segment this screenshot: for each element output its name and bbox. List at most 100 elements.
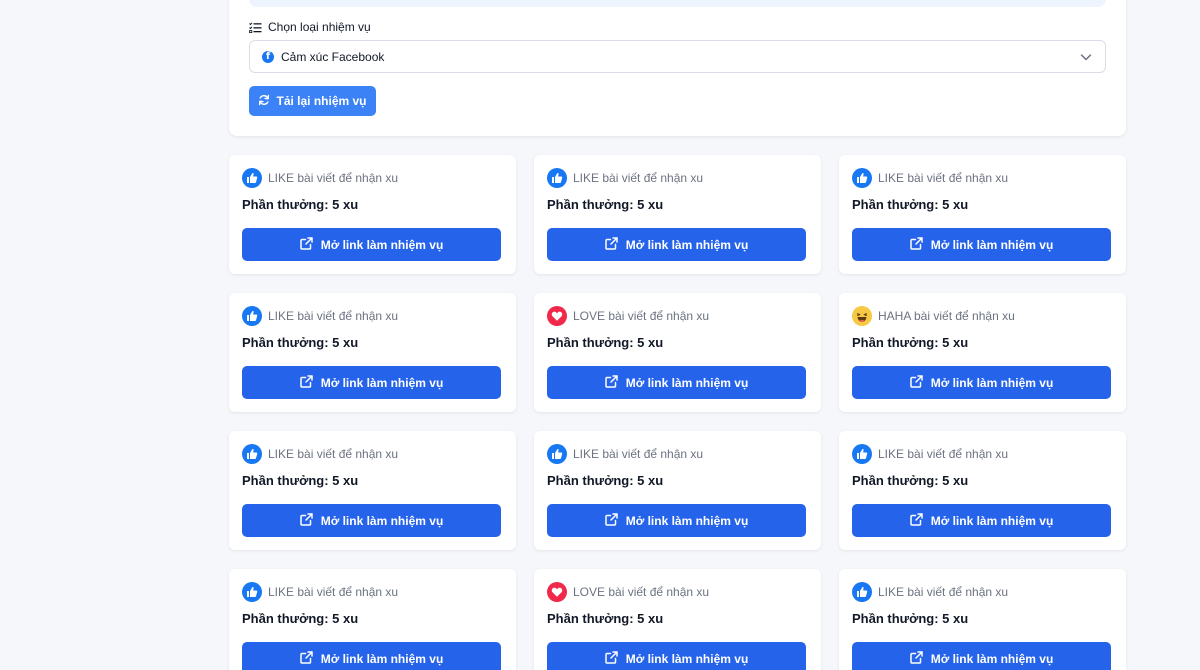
open-task-link-button[interactable]: Mở link làm nhiệm vụ (242, 504, 501, 537)
task-card-header: LIKE bài viết để nhận xu (852, 582, 1008, 602)
task-card-header: LIKE bài viết để nhận xu (852, 168, 1008, 188)
open-task-link-button[interactable]: Mở link làm nhiệm vụ (242, 642, 501, 670)
task-title: LIKE bài viết để nhận xu (268, 309, 399, 323)
task-card-header: LIKE bài viết để nhận xu (242, 582, 398, 602)
task-reward: Phần thưởng: 5 xu (547, 197, 664, 212)
task-card-header: LIKE bài viết để nhận xu (242, 306, 398, 326)
task-title: LIKE bài viết để nhận xu (573, 447, 704, 461)
task-card-header: LIKE bài viết để nhận xu (547, 444, 703, 464)
task-card-4: LIKE bài viết để nhận xu Phần thưởng: 5 … (229, 293, 516, 412)
thumbs-up-icon (242, 168, 262, 188)
open-task-link-label: Mở link làm nhiệm vụ (320, 513, 444, 528)
thumbs-up-icon (242, 306, 262, 326)
thumbs-up-icon (852, 582, 872, 602)
task-type-selected-value: Cảm xúc Facebook (281, 49, 385, 64)
open-task-link-label: Mở link làm nhiệm vụ (320, 375, 444, 390)
open-task-link-label: Mở link làm nhiệm vụ (625, 651, 749, 666)
task-card-12: LIKE bài viết để nhận xu Phần thưởng: 5 … (839, 569, 1126, 670)
thumbs-up-icon (852, 444, 872, 464)
task-card-header: HAHA bài viết để nhận xu (852, 306, 1015, 326)
thumbs-up-icon (547, 444, 567, 464)
open-task-link-label: Mở link làm nhiệm vụ (625, 513, 749, 528)
external-link-icon (604, 650, 618, 667)
facebook-icon: f (262, 50, 274, 63)
external-link-icon (604, 512, 618, 529)
open-task-link-button[interactable]: Mở link làm nhiệm vụ (852, 504, 1111, 537)
task-card-8: LIKE bài viết để nhận xu Phần thưởng: 5 … (534, 431, 821, 550)
reload-tasks-button[interactable]: Tải lại nhiệm vụ (249, 86, 376, 116)
task-type-label-text: Chọn loại nhiệm vụ (268, 20, 371, 34)
task-card-3: LIKE bài viết để nhận xu Phần thưởng: 5 … (839, 155, 1126, 274)
heart-icon (547, 306, 567, 326)
open-task-link-button[interactable]: Mở link làm nhiệm vụ (547, 366, 806, 399)
task-card-header: LOVE bài viết để nhận xu (547, 306, 709, 326)
open-task-link-label: Mở link làm nhiệm vụ (930, 651, 1054, 666)
task-reward: Phần thưởng: 5 xu (547, 473, 664, 488)
refresh-icon (258, 94, 270, 109)
task-title: LOVE bài viết để nhận xu (573, 309, 710, 323)
task-title: LOVE bài viết để nhận xu (573, 585, 710, 599)
open-task-link-button[interactable]: Mở link làm nhiệm vụ (242, 366, 501, 399)
task-title: LIKE bài viết để nhận xu (878, 447, 1009, 461)
task-title: LIKE bài viết để nhận xu (878, 171, 1009, 185)
external-link-icon (299, 374, 313, 391)
open-task-link-button[interactable]: Mở link làm nhiệm vụ (852, 642, 1111, 670)
task-type-select[interactable]: f Cảm xúc Facebook (249, 40, 1106, 73)
open-task-link-button[interactable]: Mở link làm nhiệm vụ (852, 228, 1111, 261)
open-task-link-button[interactable]: Mở link làm nhiệm vụ (547, 228, 806, 261)
open-task-link-button[interactable]: Mở link làm nhiệm vụ (547, 642, 806, 670)
task-grid: LIKE bài viết để nhận xu Phần thưởng: 5 … (229, 155, 1126, 670)
task-type-label: Chọn loại nhiệm vụ (249, 19, 371, 35)
external-link-icon (909, 374, 923, 391)
external-link-icon (909, 512, 923, 529)
task-card-2: LIKE bài viết để nhận xu Phần thưởng: 5 … (534, 155, 821, 274)
task-title: LIKE bài viết để nhận xu (268, 171, 399, 185)
laughing-face-icon (852, 306, 872, 326)
task-title: LIKE bài viết để nhận xu (573, 171, 704, 185)
open-task-link-label: Mở link làm nhiệm vụ (930, 237, 1054, 252)
external-link-icon (604, 236, 618, 253)
external-link-icon (604, 374, 618, 391)
task-card-header: LIKE bài viết để nhận xu (242, 444, 398, 464)
open-task-link-button[interactable]: Mở link làm nhiệm vụ (242, 228, 501, 261)
task-title: LIKE bài viết để nhận xu (878, 585, 1009, 599)
thumbs-up-icon (852, 168, 872, 188)
external-link-icon (299, 236, 313, 253)
task-card-10: LIKE bài viết để nhận xu Phần thưởng: 5 … (229, 569, 516, 670)
task-card-7: LIKE bài viết để nhận xu Phần thưởng: 5 … (229, 431, 516, 550)
task-reward: Phần thưởng: 5 xu (852, 335, 969, 350)
task-card-5: LOVE bài viết để nhận xu Phần thưởng: 5 … (534, 293, 821, 412)
task-reward: Phần thưởng: 5 xu (547, 611, 664, 626)
task-card-header: LIKE bài viết để nhận xu (852, 444, 1008, 464)
task-title: HAHA bài viết để nhận xu (878, 309, 1015, 323)
external-link-icon (909, 236, 923, 253)
task-card-header: LIKE bài viết để nhận xu (242, 168, 398, 188)
open-task-link-button[interactable]: Mở link làm nhiệm vụ (547, 504, 806, 537)
task-card-11: LOVE bài viết để nhận xu Phần thưởng: 5 … (534, 569, 821, 670)
external-link-icon (299, 650, 313, 667)
task-reward: Phần thưởng: 5 xu (242, 335, 359, 350)
task-reward: Phần thưởng: 5 xu (852, 197, 969, 212)
heart-icon (547, 582, 567, 602)
task-card-9: LIKE bài viết để nhận xu Phần thưởng: 5 … (839, 431, 1126, 550)
open-task-link-button[interactable]: Mở link làm nhiệm vụ (852, 366, 1111, 399)
task-reward: Phần thưởng: 5 xu (242, 473, 359, 488)
task-reward: Phần thưởng: 5 xu (852, 611, 969, 626)
task-card-1: LIKE bài viết để nhận xu Phần thưởng: 5 … (229, 155, 516, 274)
external-link-icon (909, 650, 923, 667)
info-strip (249, 0, 1106, 7)
thumbs-up-icon (547, 168, 567, 188)
open-task-link-label: Mở link làm nhiệm vụ (625, 375, 749, 390)
open-task-link-label: Mở link làm nhiệm vụ (930, 513, 1054, 528)
task-reward: Phần thưởng: 5 xu (242, 197, 359, 212)
list-check-icon (249, 21, 262, 33)
task-page: Chọn loại nhiệm vụ f Cảm xúc Facebook Tả… (0, 0, 1200, 670)
thumbs-up-icon (242, 582, 262, 602)
task-card-header: LOVE bài viết để nhận xu (547, 582, 709, 602)
external-link-icon (299, 512, 313, 529)
open-task-link-label: Mở link làm nhiệm vụ (930, 375, 1054, 390)
task-reward: Phần thưởng: 5 xu (242, 611, 359, 626)
open-task-link-label: Mở link làm nhiệm vụ (625, 237, 749, 252)
task-title: LIKE bài viết để nhận xu (268, 447, 399, 461)
task-filter-panel: Chọn loại nhiệm vụ f Cảm xúc Facebook Tả… (229, 0, 1126, 136)
